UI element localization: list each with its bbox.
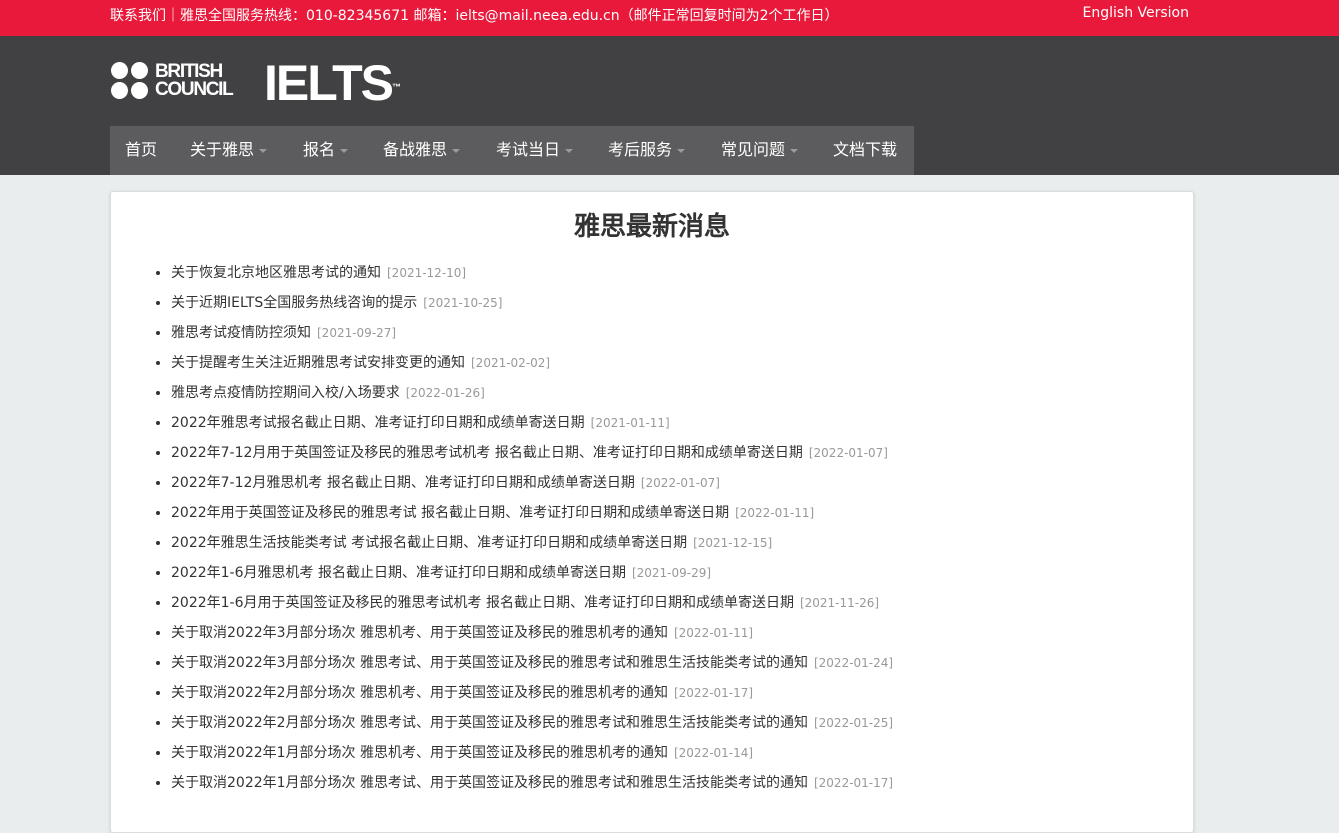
- nav-item-after-test[interactable]: 考后服务: [608, 126, 686, 175]
- news-panel: 雅思最新消息 关于恢复北京地区雅思考试的通知 [2021-12-10] 关于近期I…: [110, 191, 1194, 833]
- news-link[interactable]: 2022年雅思考试报名截止日期、准考证打印日期和成绩单寄送日期: [171, 415, 585, 431]
- chevron-down-icon: [259, 148, 268, 153]
- chevron-down-icon: [790, 148, 799, 153]
- chevron-down-icon: [340, 148, 349, 153]
- nav-item-about-ielts[interactable]: 关于雅思: [190, 126, 268, 175]
- chevron-down-icon: [452, 148, 461, 153]
- news-link[interactable]: 关于取消2022年3月部分场次 雅思机考、用于英国签证及移民的雅思机考的通知: [171, 625, 668, 641]
- english-version-link[interactable]: English Version: [1083, 5, 1189, 21]
- nav-item-register[interactable]: 报名: [303, 126, 349, 175]
- news-link[interactable]: 关于近期IELTS全国服务热线咨询的提示: [171, 295, 417, 311]
- news-date: [2022-01-14]: [673, 746, 754, 760]
- nav-item-faq[interactable]: 常见问题: [721, 126, 799, 175]
- news-link[interactable]: 2022年7-12月雅思机考 报名截止日期、准考证打印日期和成绩单寄送日期: [171, 475, 635, 491]
- news-link[interactable]: 2022年雅思生活技能类考试 考试报名截止日期、准考证打印日期和成绩单寄送日期: [171, 535, 687, 551]
- news-link[interactable]: 雅思考点疫情防控期间入校/入场要求: [171, 385, 400, 401]
- news-link[interactable]: 2022年用于英国签证及移民的雅思考试 报名截止日期、准考证打印日期和成绩单寄送…: [171, 505, 729, 521]
- top-contact-bar: 联系我们｜雅思全国服务热线：010-82345671 邮箱：ielts@mail…: [0, 0, 1339, 36]
- news-link[interactable]: 2022年1-6月雅思机考 报名截止日期、准考证打印日期和成绩单寄送日期: [171, 565, 626, 581]
- page-title: 雅思最新消息: [573, 212, 730, 242]
- list-item: 关于取消2022年1月部分场次 雅思考试、用于英国签证及移民的雅思考试和雅思生活…: [155, 768, 894, 798]
- list-item: 2022年1-6月用于英国签证及移民的雅思考试机考 报名截止日期、准考证打印日期…: [155, 588, 893, 618]
- news-date: [2022-01-07]: [808, 446, 888, 460]
- ielts-logo[interactable]: IELTS™: [264, 58, 401, 108]
- news-date: [2022-01-26]: [405, 386, 485, 400]
- news-date: [2021-02-02]: [471, 356, 551, 370]
- nav-item-test-day[interactable]: 考试当日: [496, 126, 574, 175]
- list-item: 2022年7-12月用于英国签证及移民的雅思考试机考 报名截止日期、准考证打印日…: [155, 438, 893, 468]
- list-item: 2022年7-12月雅思机考 报名截止日期、准考证打印日期和成绩单寄送日期 [20…: [155, 468, 893, 498]
- british-council-dots-icon: [111, 62, 151, 102]
- news-date: [2021-09-27]: [317, 326, 397, 340]
- list-item: 关于取消2022年3月部分场次 雅思机考、用于英国签证及移民的雅思机考的通知 [2…: [155, 618, 893, 648]
- news-date: [2022-01-17]: [673, 686, 754, 700]
- news-list: 关于恢复北京地区雅思考试的通知 [2021-12-10] 关于近期IELTS全国服…: [155, 258, 894, 798]
- news-date: [2021-11-26]: [799, 596, 880, 610]
- news-link[interactable]: 关于取消2022年1月部分场次 雅思考试、用于英国签证及移民的雅思考试和雅思生活…: [171, 775, 808, 791]
- list-item: 关于近期IELTS全国服务热线咨询的提示 [2021-10-25]: [155, 288, 893, 318]
- list-item: 关于提醒考生关注近期雅思考试安排变更的通知 [2021-02-02]: [155, 348, 893, 378]
- chevron-down-icon: [565, 148, 574, 153]
- list-item: 2022年1-6月雅思机考 报名截止日期、准考证打印日期和成绩单寄送日期 [202…: [155, 558, 893, 588]
- site-header: BRITISH COUNCIL IELTS™ 首页 关于雅思 报名 备战雅思 考…: [0, 36, 1339, 175]
- news-date: [2021-01-11]: [590, 416, 670, 430]
- nav-item-downloads[interactable]: 文档下载: [833, 126, 897, 175]
- news-date: [2022-01-11]: [735, 506, 815, 520]
- news-date: [2022-01-24]: [813, 656, 894, 670]
- news-date: [2021-12-15]: [693, 536, 773, 550]
- news-link[interactable]: 关于恢复北京地区雅思考试的通知: [171, 265, 381, 281]
- news-date: [2021-09-29]: [631, 566, 712, 580]
- news-date: [2022-01-11]: [673, 626, 754, 640]
- list-item: 关于取消2022年3月部分场次 雅思考试、用于英国签证及移民的雅思考试和雅思生活…: [155, 648, 894, 678]
- nav-item-home[interactable]: 首页: [125, 126, 157, 175]
- list-item: 雅思考点疫情防控期间入校/入场要求 [2022-01-26]: [155, 378, 893, 408]
- news-link[interactable]: 关于取消2022年1月部分场次 雅思机考、用于英国签证及移民的雅思机考的通知: [171, 745, 668, 761]
- list-item: 2022年雅思考试报名截止日期、准考证打印日期和成绩单寄送日期 [2021-01-…: [155, 408, 893, 438]
- news-link[interactable]: 关于取消2022年2月部分场次 雅思考试、用于英国签证及移民的雅思考试和雅思生活…: [171, 715, 808, 731]
- news-link[interactable]: 2022年7-12月用于英国签证及移民的雅思考试机考 报名截止日期、准考证打印日…: [171, 445, 803, 461]
- news-link[interactable]: 2022年1-6月用于英国签证及移民的雅思考试机考 报名截止日期、准考证打印日期…: [171, 595, 794, 611]
- news-date: [2021-10-25]: [423, 296, 503, 310]
- main-nav: 首页 关于雅思 报名 备战雅思 考试当日 考后服务 常见问题 文档下载: [110, 126, 914, 175]
- list-item: 关于取消2022年2月部分场次 雅思机考、用于英国签证及移民的雅思机考的通知 [2…: [155, 678, 893, 708]
- list-item: 关于取消2022年2月部分场次 雅思考试、用于英国签证及移民的雅思考试和雅思生活…: [155, 708, 894, 738]
- news-link[interactable]: 关于取消2022年3月部分场次 雅思考试、用于英国签证及移民的雅思考试和雅思生活…: [171, 655, 808, 671]
- news-link[interactable]: 关于提醒考生关注近期雅思考试安排变更的通知: [171, 355, 465, 371]
- list-item: 关于取消2022年1月部分场次 雅思机考、用于英国签证及移民的雅思机考的通知 [2…: [155, 738, 893, 768]
- list-item: 关于恢复北京地区雅思考试的通知 [2021-12-10]: [155, 258, 893, 288]
- nav-item-prepare[interactable]: 备战雅思: [383, 126, 461, 175]
- british-council-wordmark: BRITISH COUNCIL: [155, 61, 234, 100]
- news-date: [2022-01-07]: [640, 476, 720, 490]
- list-item: 2022年用于英国签证及移民的雅思考试 报名截止日期、准考证打印日期和成绩单寄送…: [155, 498, 893, 528]
- news-date: [2022-01-25]: [813, 716, 894, 730]
- news-link[interactable]: 关于取消2022年2月部分场次 雅思机考、用于英国签证及移民的雅思机考的通知: [171, 685, 668, 701]
- news-date: [2021-12-10]: [387, 266, 467, 280]
- chevron-down-icon: [677, 148, 686, 153]
- news-link[interactable]: 雅思考试疫情防控须知: [171, 325, 311, 341]
- news-date: [2022-01-17]: [813, 776, 894, 790]
- list-item: 雅思考试疫情防控须知 [2021-09-27]: [155, 318, 893, 348]
- contact-info: 联系我们｜雅思全国服务热线：010-82345671 邮箱：ielts@mail…: [110, 8, 839, 24]
- list-item: 2022年雅思生活技能类考试 考试报名截止日期、准考证打印日期和成绩单寄送日期 […: [155, 528, 893, 558]
